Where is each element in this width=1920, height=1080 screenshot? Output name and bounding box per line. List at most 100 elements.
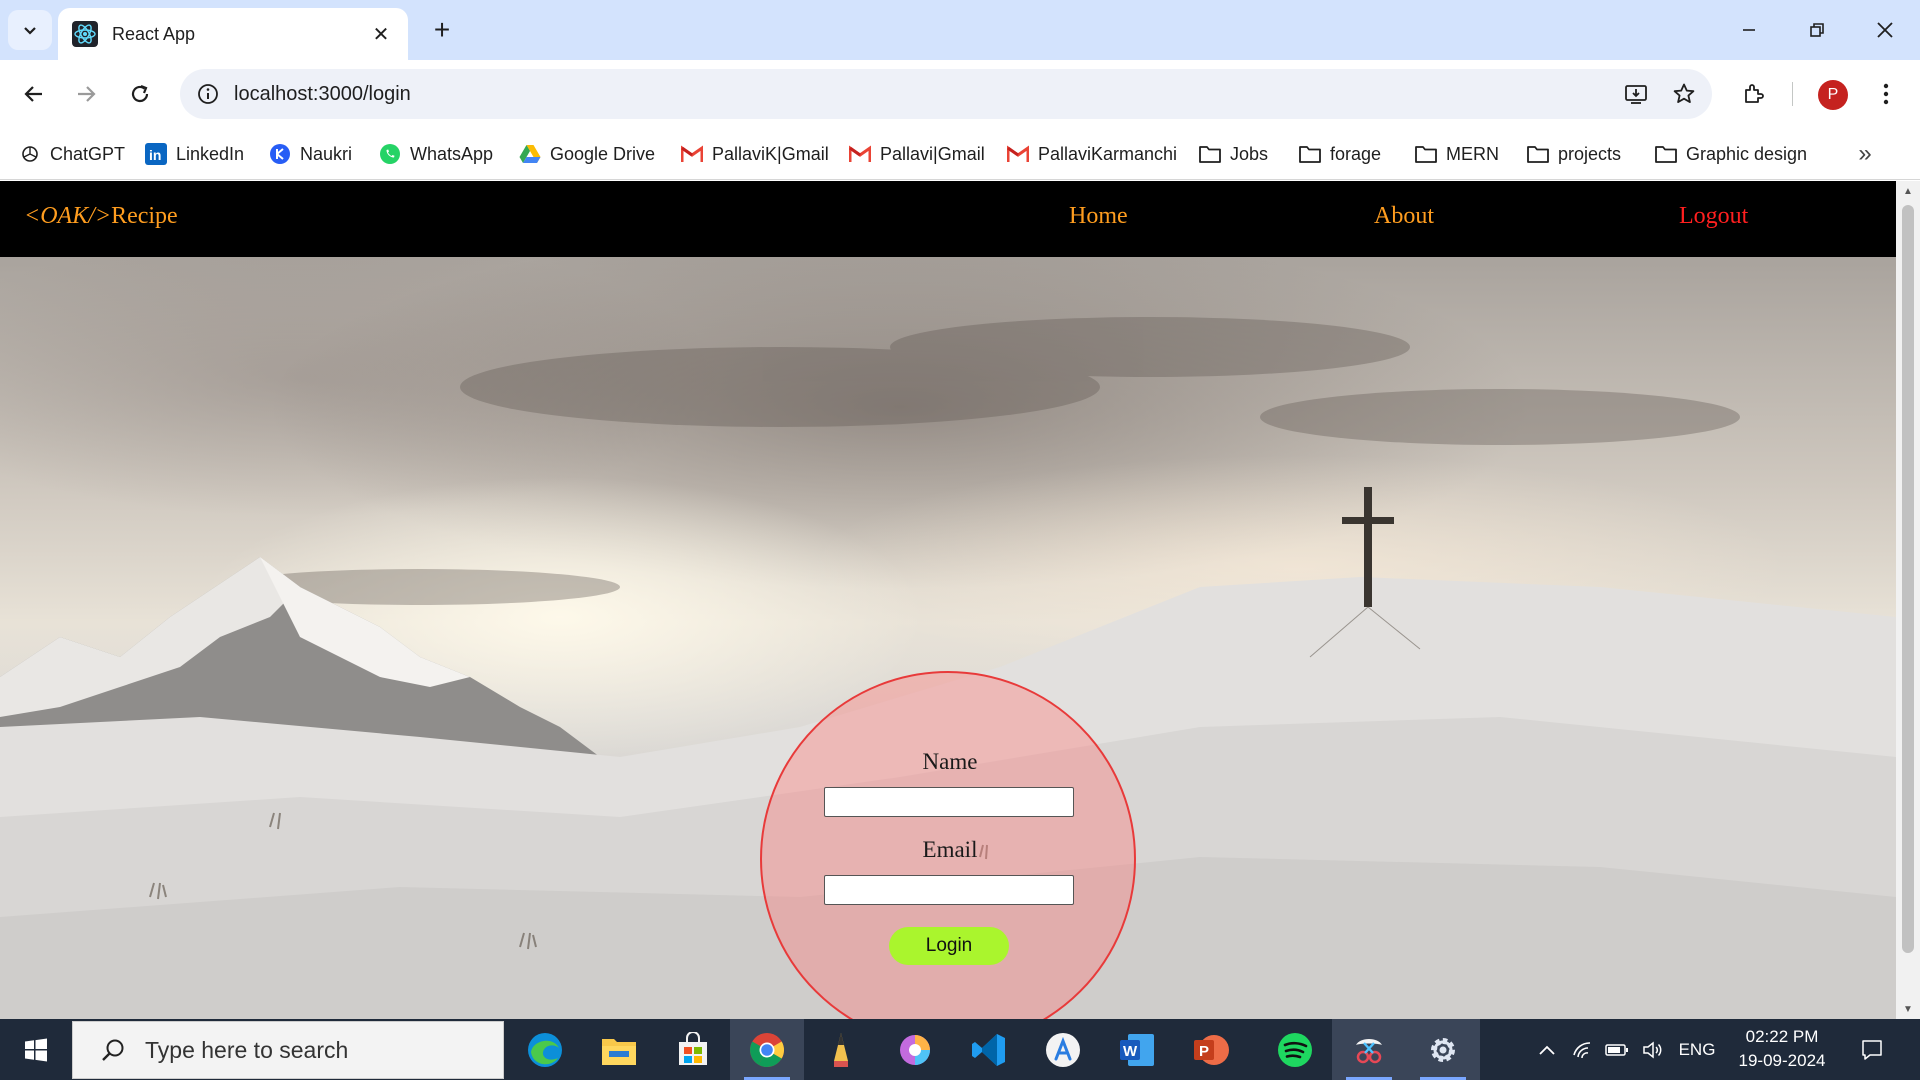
arrow-right-icon <box>78 86 96 102</box>
address-bar[interactable]: localhost:3000/login <box>180 69 1712 119</box>
start-button[interactable] <box>0 1019 72 1080</box>
bookmark-folder-graphic-design[interactable]: Graphic design <box>1654 140 1807 168</box>
scroll-down-icon[interactable]: ▼ <box>1896 999 1920 1019</box>
forward-button[interactable] <box>66 74 106 114</box>
volume-icon[interactable] <box>1638 1019 1668 1080</box>
name-input[interactable] <box>824 787 1074 817</box>
nav-logout-link[interactable]: Logout <box>1679 203 1748 230</box>
app-store-taskbar-app[interactable] <box>1026 1019 1100 1080</box>
clock-time: 02:22 PM <box>1745 1027 1819 1046</box>
bookmark-folder-projects[interactable]: projects <box>1526 140 1621 168</box>
powerpoint-taskbar-app[interactable]: P <box>1174 1019 1248 1080</box>
bookmark-label: PallaviK|Gmail <box>712 143 829 164</box>
vscode-taskbar-app[interactable] <box>952 1019 1026 1080</box>
bookmark-label: Graphic design <box>1686 143 1808 164</box>
extensions-icon[interactable] <box>1734 74 1774 114</box>
gmail-icon <box>848 142 872 166</box>
pencil-app-icon <box>834 1032 848 1067</box>
tab-search-button[interactable] <box>8 10 52 50</box>
microsoft-store-taskbar-app[interactable] <box>656 1019 730 1080</box>
react-icon <box>72 21 98 47</box>
site-logo[interactable]: <OAK/>Recipe <box>24 203 178 230</box>
bookmark-whatsapp[interactable]: WhatsApp <box>378 140 493 168</box>
language-indicator[interactable]: ENG <box>1672 1019 1722 1080</box>
browser-tab[interactable]: React App ✕ <box>58 8 408 60</box>
edge-icon <box>528 1032 562 1067</box>
close-tab-icon[interactable]: ✕ <box>368 22 394 47</box>
back-button[interactable] <box>14 74 54 114</box>
file-explorer-icon <box>602 1038 636 1065</box>
show-hidden-icons-icon[interactable] <box>1532 1019 1562 1080</box>
url-text[interactable]: localhost:3000/login <box>234 83 1616 106</box>
login-button[interactable]: Login <box>889 927 1009 965</box>
word-taskbar-app[interactable]: W <box>1100 1019 1174 1080</box>
page-viewport: <OAK/>Recipe Home About Logout Name Emai… <box>0 181 1896 1019</box>
install-app-icon[interactable] <box>1616 74 1656 114</box>
file-explorer-taskbar-app[interactable] <box>582 1019 656 1080</box>
chevron-down-icon <box>24 27 36 35</box>
bookmark-label: ChatGPT <box>50 143 126 164</box>
bookmark-folder-mern[interactable]: MERN <box>1414 140 1499 168</box>
restore-button[interactable] <box>1792 8 1842 52</box>
new-tab-button[interactable]: + <box>424 12 460 48</box>
close-window-button[interactable] <box>1860 8 1910 52</box>
snipping-tool-taskbar-app[interactable] <box>1332 1019 1406 1080</box>
microsoft-store-icon <box>679 1031 707 1065</box>
bookmark-google-drive[interactable]: Google Drive <box>518 140 655 168</box>
spotify-icon <box>1278 1032 1312 1067</box>
minimize-icon <box>1743 29 1755 31</box>
bookmark-label: forage <box>1330 143 1382 164</box>
bookmark-linkedin[interactable]: in LinkedIn <box>144 140 244 168</box>
chrome-taskbar-app[interactable] <box>730 1019 804 1080</box>
menu-icon[interactable] <box>1866 74 1906 114</box>
linkedin-icon: in <box>144 142 168 166</box>
naukri-icon <box>268 142 292 166</box>
minimize-button[interactable] <box>1724 8 1774 52</box>
folder-icon <box>1414 142 1438 166</box>
bookmark-star-icon[interactable] <box>1664 74 1704 114</box>
logo-tag: <OAK/> <box>24 203 112 229</box>
bookmark-gmail-1[interactable]: PallaviK|Gmail <box>680 140 829 168</box>
site-info-icon[interactable] <box>194 80 222 108</box>
bookmark-label: WhatsApp <box>410 143 494 164</box>
paint-app-icon <box>900 1034 930 1065</box>
battery-icon[interactable] <box>1602 1019 1632 1080</box>
paint-taskbar-app[interactable] <box>878 1019 952 1080</box>
bookmark-folder-jobs[interactable]: Jobs <box>1198 140 1268 168</box>
folder-icon <box>1198 142 1222 166</box>
notifications-icon[interactable] <box>1852 1019 1892 1080</box>
bookmark-gmail-2[interactable]: Pallavi|Gmail <box>848 140 985 168</box>
bookmark-gmail-3[interactable]: PallaviKarmanchi <box>1006 140 1177 168</box>
page-scrollbar[interactable]: ▲ ▼ <box>1896 181 1920 1019</box>
scrollbar-thumb[interactable] <box>1902 205 1914 953</box>
bookmark-naukri[interactable]: Naukri <box>268 140 352 168</box>
gmail-icon <box>1006 142 1030 166</box>
more-bookmarks-icon[interactable]: » <box>1850 140 1880 168</box>
svg-text:W: W <box>1123 1043 1138 1060</box>
restore-icon <box>1810 23 1824 37</box>
settings-taskbar-app[interactable] <box>1406 1019 1480 1080</box>
clock-date: 19-09-2024 <box>1738 1051 1826 1070</box>
nav-home-link[interactable]: Home <box>1069 203 1128 230</box>
taskbar-clock[interactable]: 02:22 PM 19-09-2024 <box>1722 1025 1842 1073</box>
close-icon <box>1877 22 1893 38</box>
wifi-icon[interactable] <box>1568 1019 1598 1080</box>
scroll-up-icon[interactable]: ▲ <box>1896 181 1920 201</box>
bookmark-label: LinkedIn <box>176 143 245 164</box>
search-icon <box>93 1030 133 1070</box>
bookmark-label: Pallavi|Gmail <box>880 143 985 164</box>
nav-about-link[interactable]: About <box>1374 203 1434 230</box>
profile-avatar[interactable]: P <box>1818 80 1848 110</box>
spotify-taskbar-app[interactable] <box>1258 1019 1332 1080</box>
edge-taskbar-app[interactable] <box>508 1019 582 1080</box>
name-label: Name <box>922 749 978 774</box>
pencil-taskbar-app[interactable] <box>804 1019 878 1080</box>
reload-button[interactable] <box>120 74 160 114</box>
bookmark-folder-forage[interactable]: forage <box>1298 140 1381 168</box>
svg-text:P: P <box>1199 1043 1209 1060</box>
bookmark-chatgpt[interactable]: ChatGPT <box>18 140 125 168</box>
windows-icon <box>25 1038 47 1061</box>
site-navbar: <OAK/>Recipe Home About Logout <box>0 181 1896 257</box>
email-input[interactable] <box>824 875 1074 905</box>
taskbar-search[interactable]: Type here to search <box>72 1021 504 1079</box>
